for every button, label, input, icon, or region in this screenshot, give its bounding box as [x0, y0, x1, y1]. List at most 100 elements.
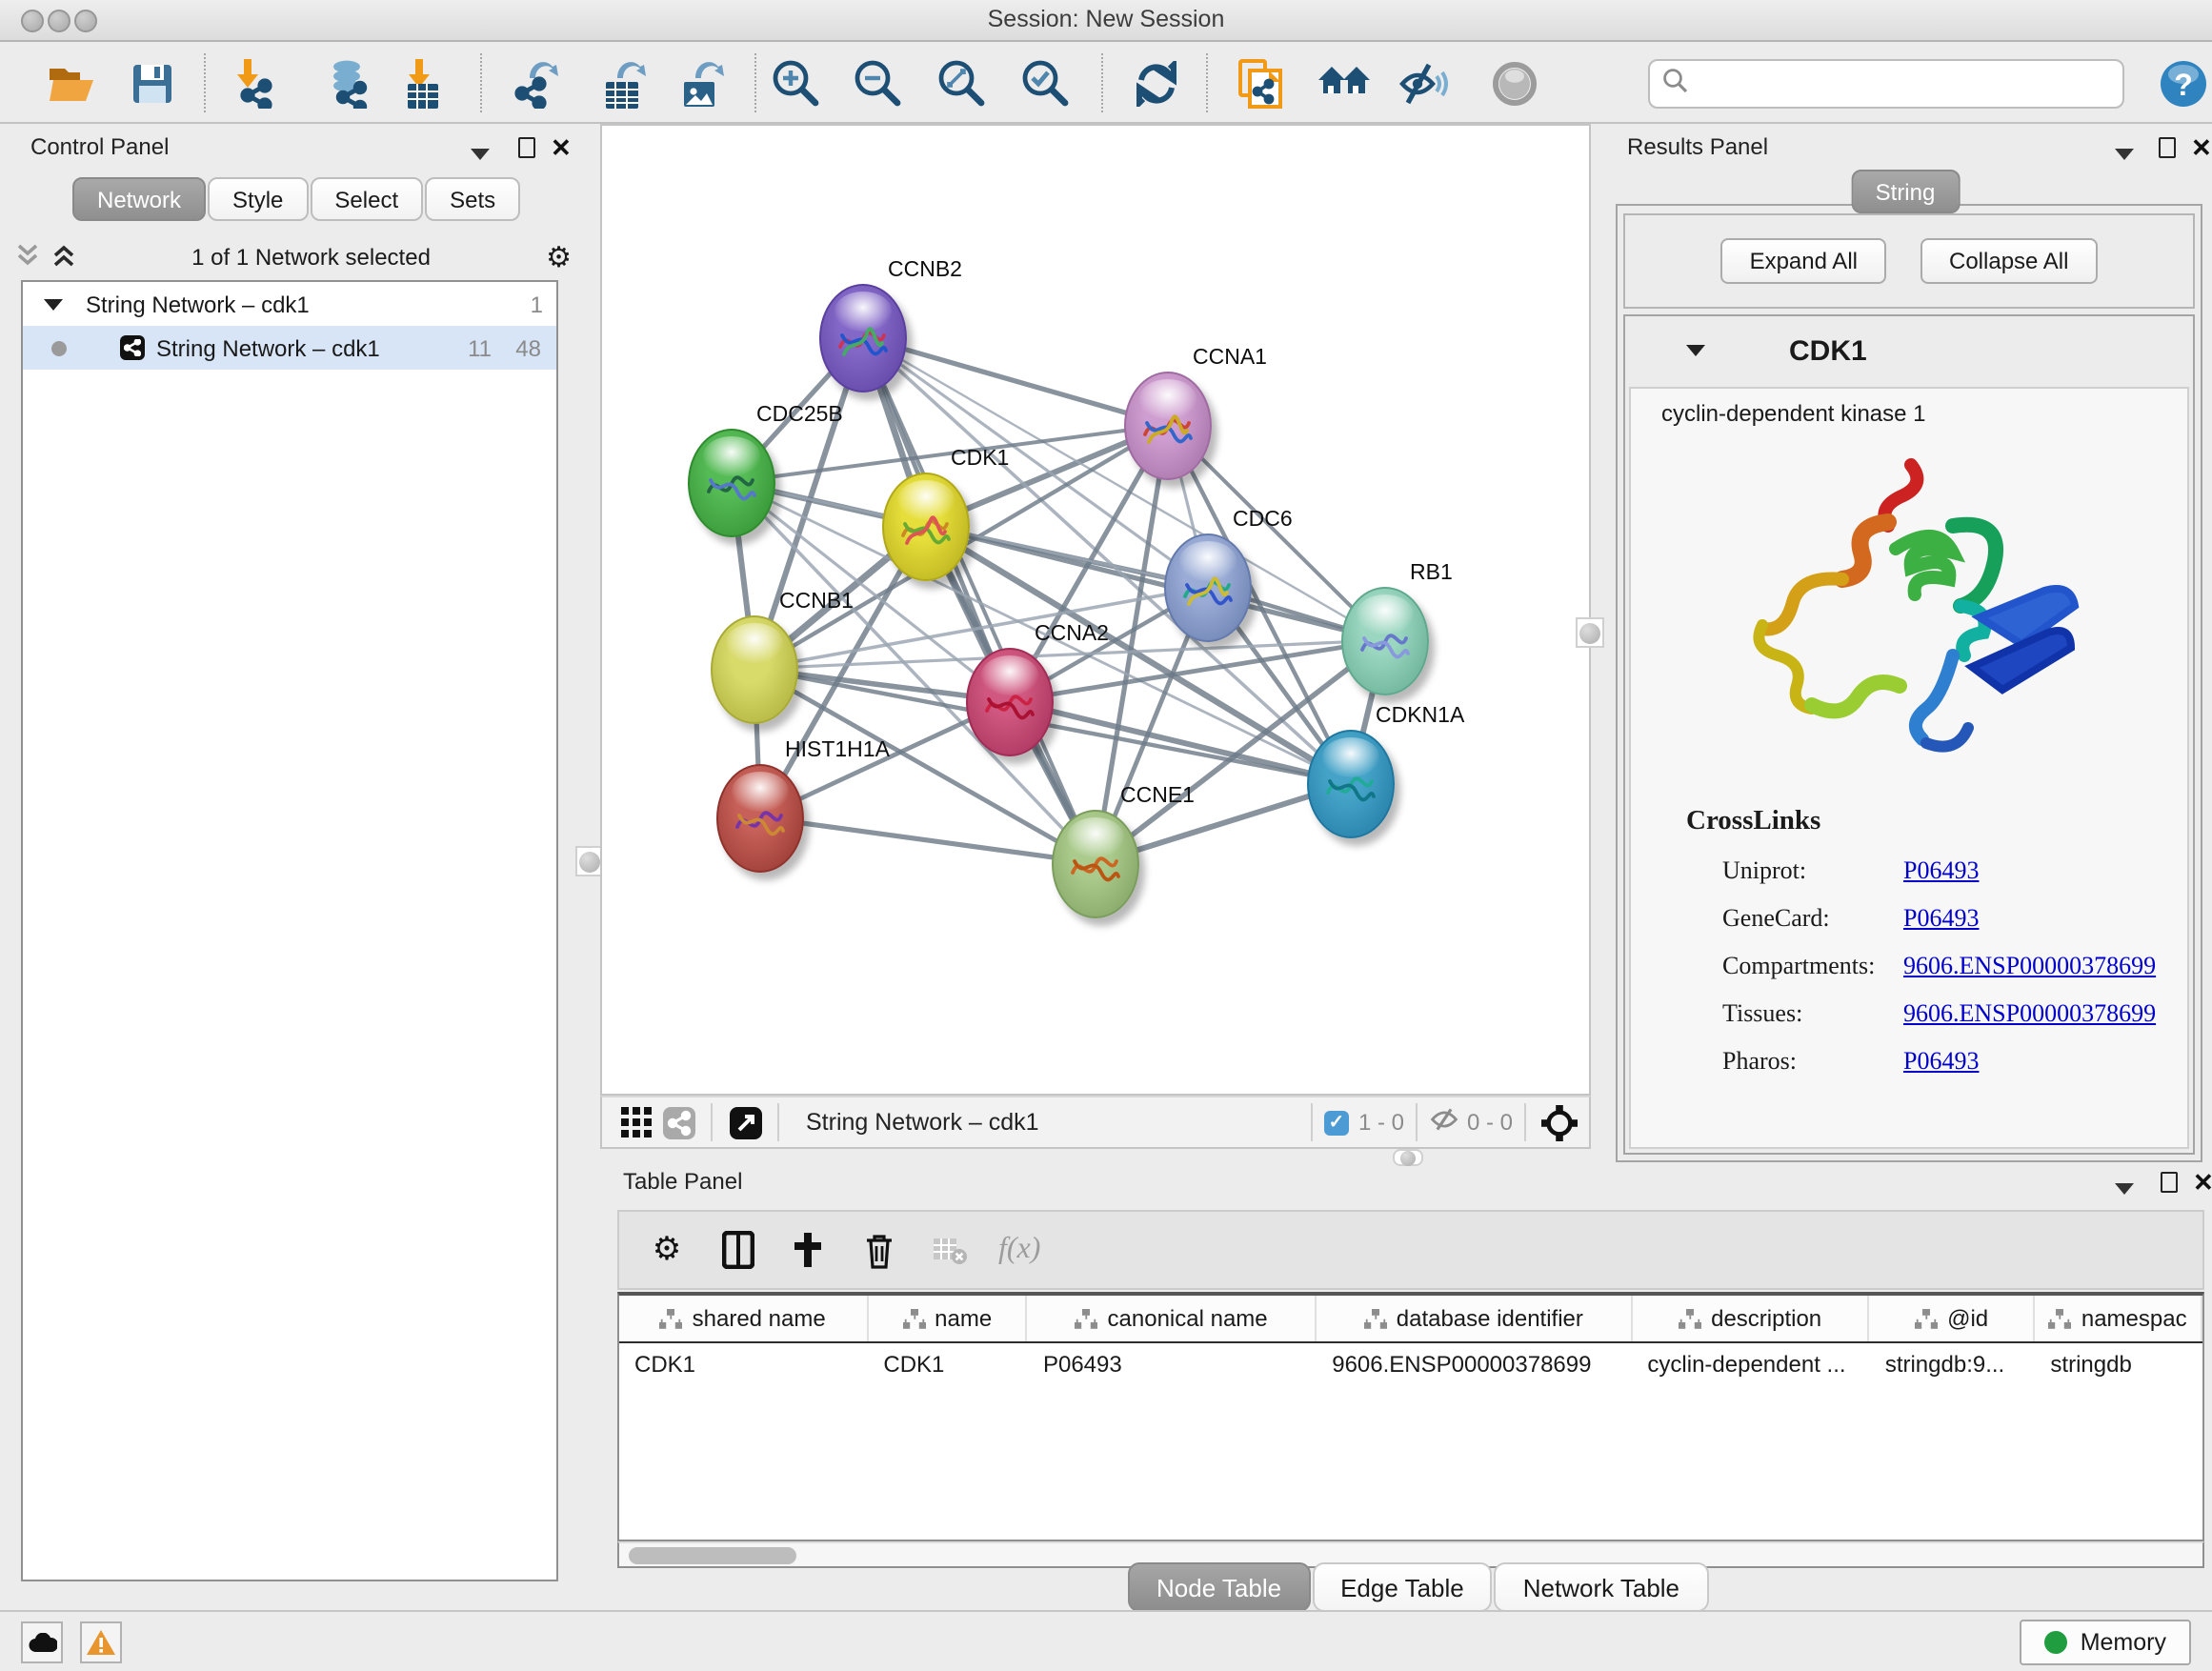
table-cell[interactable]: stringdb:9...	[1870, 1343, 2036, 1389]
export-network-icon[interactable]	[509, 56, 562, 110]
warning-status-icon[interactable]	[80, 1621, 122, 1663]
collection-expand-icon[interactable]	[44, 298, 63, 310]
control-panel-maximize-icon[interactable]	[518, 137, 535, 164]
zoom-in-icon[interactable]	[770, 56, 823, 110]
crosslink-link[interactable]: P06493	[1903, 903, 1979, 934]
node-CCNB2[interactable]	[819, 284, 907, 393]
results-panel-float-icon[interactable]	[2115, 143, 2134, 166]
node-CCNA2[interactable]	[966, 648, 1054, 756]
expand-all-icon[interactable]	[51, 241, 76, 273]
node-CDKN1A[interactable]	[1307, 730, 1395, 838]
import-table-icon[interactable]	[394, 56, 448, 110]
table-cell[interactable]: P06493	[1028, 1343, 1317, 1389]
import-network-from-database-icon[interactable]	[320, 56, 373, 110]
tab-sets[interactable]: Sets	[425, 177, 520, 221]
crosslink-link[interactable]: P06493	[1903, 856, 1979, 886]
show-columns-icon[interactable]	[716, 1229, 758, 1271]
add-column-icon[interactable]	[787, 1229, 829, 1271]
column-header-database-identifier[interactable]: database identifier	[1317, 1296, 1632, 1341]
tab-select[interactable]: Select	[310, 177, 423, 221]
node-RB1[interactable]	[1341, 587, 1429, 695]
control-panel-float-icon[interactable]	[471, 143, 490, 166]
export-image-icon[interactable]	[674, 56, 728, 110]
table-panel-close-icon[interactable]: ✕	[2193, 1172, 2212, 1193]
edge-CCNB2-CCNE1[interactable]	[863, 337, 1096, 863]
delete-column-icon[interactable]	[857, 1229, 899, 1271]
tab-node-table[interactable]: Node Table	[1128, 1562, 1310, 1612]
zoom-out-icon[interactable]	[852, 56, 905, 110]
column-header-namespac[interactable]: namespac	[2035, 1296, 2202, 1341]
memory-button[interactable]: Memory	[2020, 1620, 2191, 1665]
open-session-icon[interactable]	[44, 56, 97, 110]
table-cell[interactable]: cyclin-dependent ...	[1632, 1343, 1869, 1389]
tab-string[interactable]: String	[1851, 170, 1961, 213]
hide-panel-eye-icon[interactable]	[1397, 56, 1450, 110]
tab-edge-table[interactable]: Edge Table	[1312, 1562, 1493, 1612]
node-CDC6[interactable]	[1164, 534, 1252, 642]
column-header-name[interactable]: name	[868, 1296, 1028, 1341]
node-CCNE1[interactable]	[1052, 810, 1139, 918]
copy-style-icon[interactable]	[1233, 56, 1286, 110]
selected-counts: 1 - 0	[1358, 1109, 1404, 1136]
expand-all-button[interactable]: Expand All	[1721, 238, 1886, 284]
control-panel-close-icon[interactable]: ✕	[551, 137, 572, 158]
table-row[interactable]: CDK1CDK1P064939606.ENSP00000378699cyclin…	[619, 1343, 2202, 1389]
column-header-shared-name[interactable]: shared name	[619, 1296, 868, 1341]
svg-text:?: ?	[2174, 67, 2193, 101]
save-session-icon[interactable]	[126, 56, 179, 110]
crosslink-link[interactable]: P06493	[1903, 1046, 1979, 1077]
table-panel-maximize-icon[interactable]	[2161, 1172, 2178, 1198]
column-header-canonical-name[interactable]: canonical name	[1028, 1296, 1317, 1341]
gene-collapse-icon[interactable]	[1686, 345, 1705, 356]
string-panel-toggle-icon[interactable]	[657, 1101, 699, 1143]
toolbar-search[interactable]	[1648, 59, 2124, 109]
collection-count: 1	[531, 291, 543, 317]
network-view[interactable]: CCNB2CCNA1CDC25BCDK1CDC6RB1CCNB1CCNA2CDK…	[600, 124, 1591, 1096]
network-options-gear-icon[interactable]: ⚙	[546, 240, 572, 274]
collapse-all-icon[interactable]	[15, 241, 40, 273]
node-HIST1H1A[interactable]	[716, 764, 804, 873]
scrollbar-thumb[interactable]	[629, 1547, 796, 1564]
node-label-CCNA2: CCNA2	[1035, 623, 1109, 646]
detach-view-icon[interactable]	[724, 1101, 766, 1143]
tab-network-table[interactable]: Network Table	[1495, 1562, 1708, 1612]
table-cell[interactable]: 9606.ENSP00000378699	[1317, 1343, 1632, 1389]
tab-style[interactable]: Style	[208, 177, 308, 221]
table-settings-gear-icon[interactable]: ⚙	[646, 1229, 688, 1271]
birds-eye-view-icon[interactable]	[615, 1101, 657, 1143]
zoom-fit-icon[interactable]	[935, 56, 989, 110]
refresh-icon[interactable]	[1130, 56, 1183, 110]
results-panel-close-icon[interactable]: ✕	[2191, 137, 2212, 158]
network-row-selected[interactable]: String Network – cdk1 11 48	[23, 326, 556, 370]
search-input[interactable]	[1688, 69, 2122, 99]
show-panel-orb-icon[interactable]	[1488, 56, 1541, 110]
table-cell[interactable]: stringdb	[2035, 1343, 2202, 1389]
table-panel-title: Table Panel	[623, 1168, 742, 1195]
results-panel-maximize-icon[interactable]	[2159, 137, 2176, 164]
import-network-icon[interactable]	[229, 56, 282, 110]
cloud-status-icon[interactable]	[21, 1621, 63, 1663]
export-table-icon[interactable]	[596, 56, 650, 110]
window-titlebar: Session: New Session	[0, 0, 2212, 42]
table-panel-float-icon[interactable]	[2115, 1178, 2134, 1200]
table-cell[interactable]: CDK1	[868, 1343, 1028, 1389]
column-header--id[interactable]: @id	[1870, 1296, 2036, 1341]
node-CCNA1[interactable]	[1124, 372, 1212, 480]
selected-nodes-checkbox[interactable]: ✓	[1324, 1110, 1349, 1135]
column-header-description[interactable]: description	[1632, 1296, 1869, 1341]
node-CCNB1[interactable]	[711, 615, 798, 724]
table-cell[interactable]: CDK1	[619, 1343, 868, 1389]
edge-HIST1H1A-CCNE1[interactable]	[760, 817, 1096, 863]
network-collection-row[interactable]: String Network – cdk1 1	[23, 282, 556, 326]
help-icon[interactable]: ?	[2157, 56, 2210, 110]
zoom-selected-icon[interactable]	[1019, 56, 1073, 110]
crosslink-link[interactable]: 9606.ENSP00000378699	[1903, 951, 2156, 981]
fit-content-icon[interactable]	[1538, 1101, 1579, 1143]
collection-label: String Network – cdk1	[86, 291, 310, 317]
node-CDC25B[interactable]	[688, 429, 775, 537]
tab-network[interactable]: Network	[72, 177, 206, 221]
crosslink-link[interactable]: 9606.ENSP00000378699	[1903, 998, 2156, 1029]
node-CDK1[interactable]	[882, 473, 970, 581]
home-networks-icon[interactable]	[1318, 56, 1372, 110]
collapse-all-button[interactable]: Collapse All	[1920, 238, 2097, 284]
